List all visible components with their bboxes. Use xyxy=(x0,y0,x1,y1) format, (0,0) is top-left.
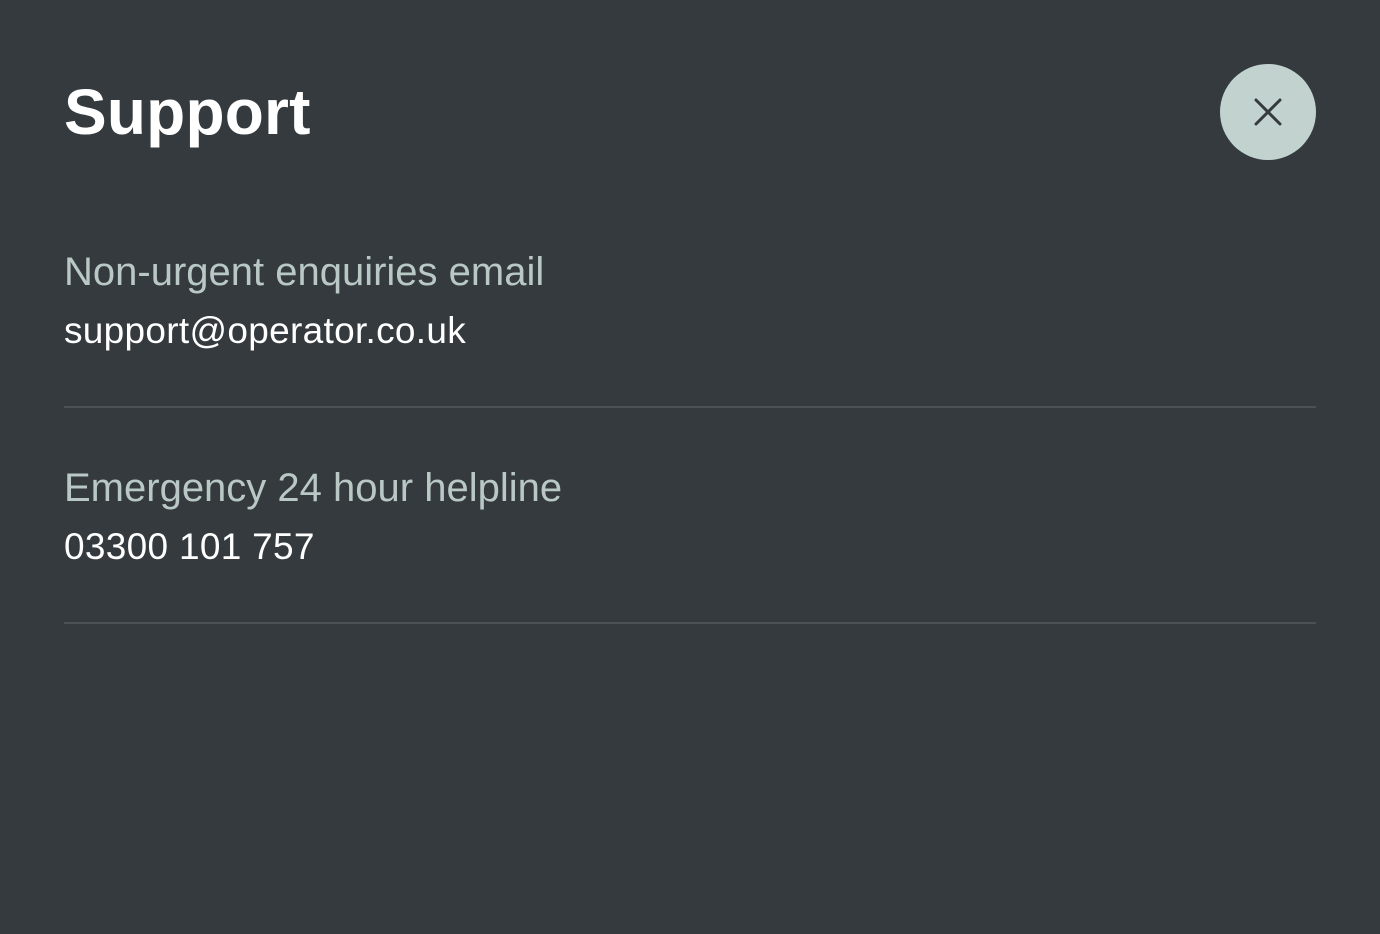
support-panel: Support Non-urgent enquiries email suppo… xyxy=(64,0,1316,934)
close-icon xyxy=(1253,97,1283,127)
close-button[interactable] xyxy=(1220,64,1316,160)
email-link[interactable]: support@operator.co.uk xyxy=(64,306,466,356)
email-section: Non-urgent enquiries email support@opera… xyxy=(64,246,1316,408)
helpline-label: Emergency 24 hour helpline xyxy=(64,466,563,510)
helpline-section: Emergency 24 hour helpline 03300 101 757 xyxy=(64,462,1316,624)
helpline-number-link[interactable]: 03300 101 757 xyxy=(64,522,315,572)
email-label: Non-urgent enquiries email xyxy=(64,250,545,294)
page-title: Support xyxy=(64,76,311,148)
